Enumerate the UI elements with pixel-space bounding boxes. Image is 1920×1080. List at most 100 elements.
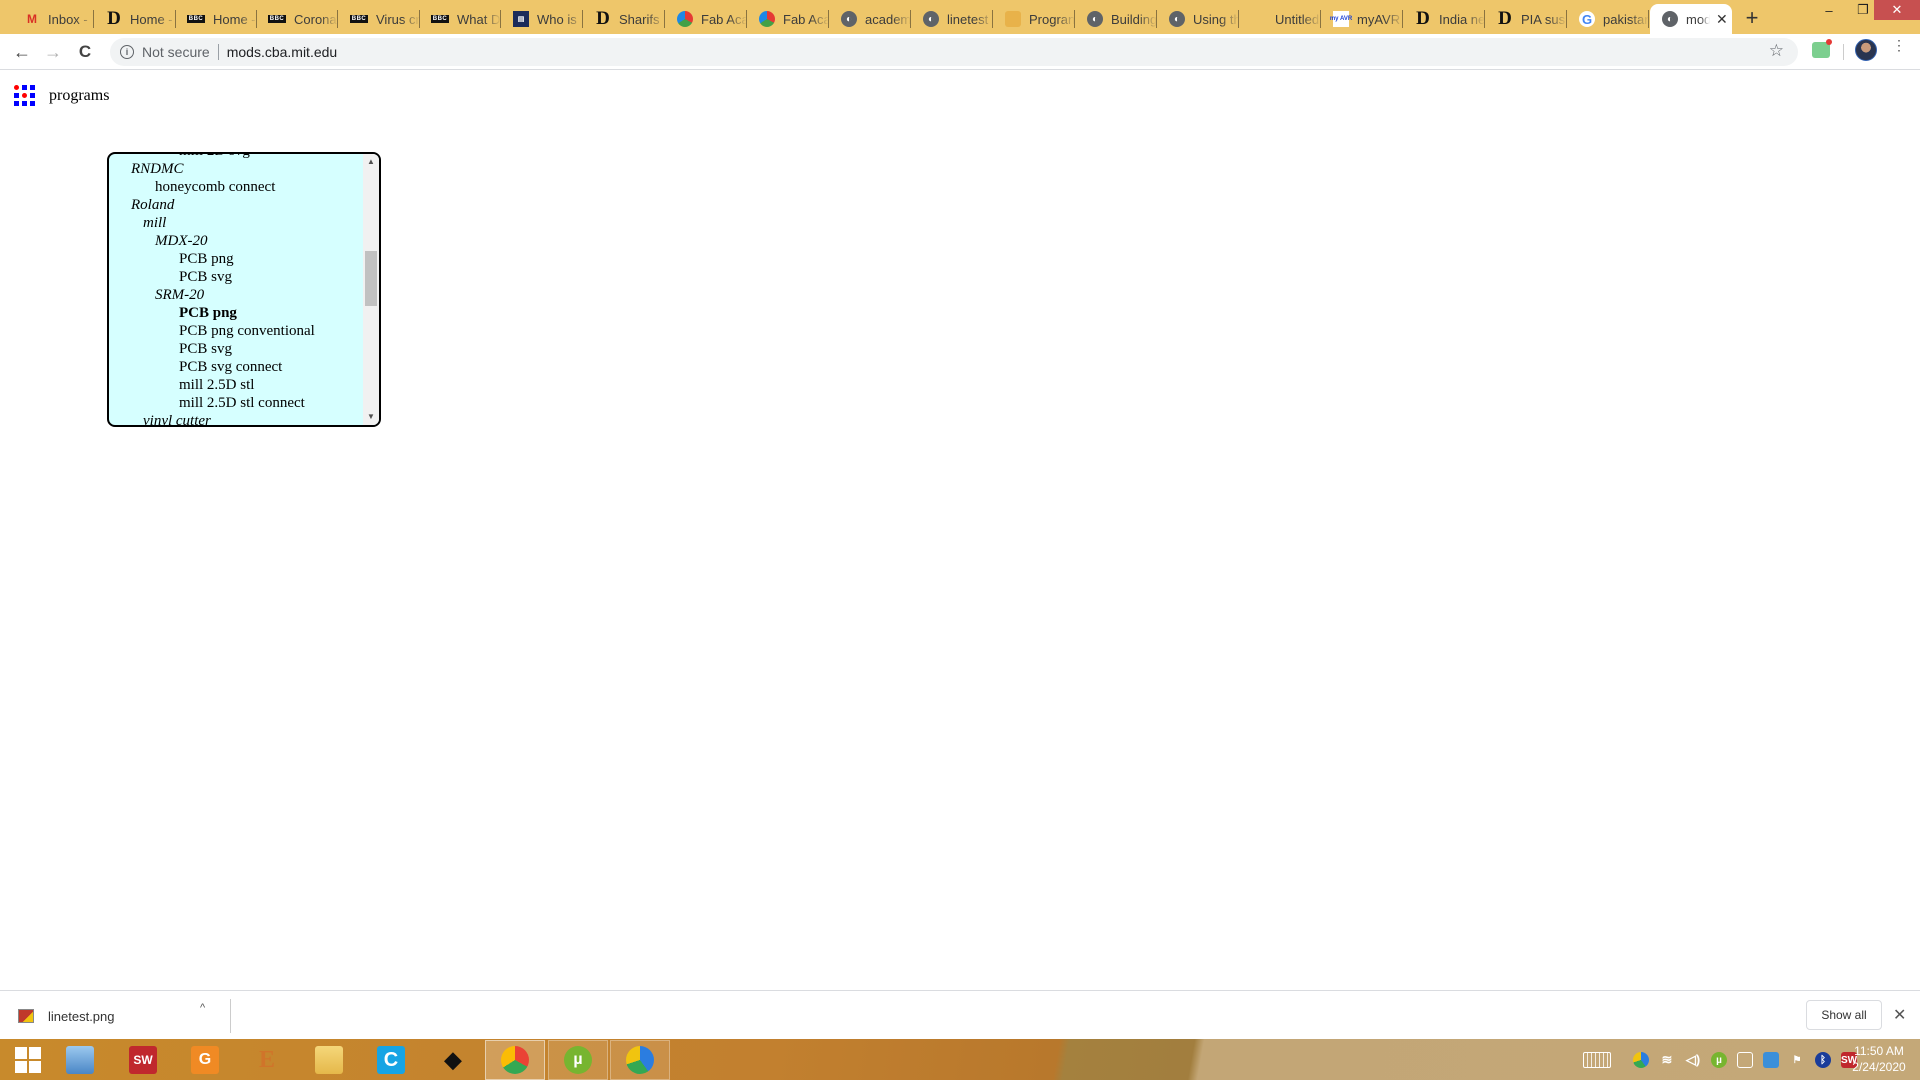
browser-tab[interactable]: ◐ academ — [829, 4, 911, 34]
scrollbar-thumb[interactable] — [365, 251, 377, 306]
forward-button[interactable]: → — [41, 40, 65, 64]
volume-icon[interactable]: ◁) — [1685, 1052, 1701, 1068]
program-item[interactable]: PCB png — [109, 304, 363, 322]
taskbar-app-inkscape[interactable]: ◆ — [425, 1040, 481, 1080]
utorrent-icon: µ — [564, 1046, 592, 1074]
touch-keyboard-icon[interactable] — [1583, 1052, 1611, 1068]
program-list-scrollbar[interactable]: ▲ ▼ — [363, 154, 379, 425]
tab-title: What D — [457, 11, 501, 27]
url-text[interactable]: mods.cba.mit.edu — [227, 44, 338, 60]
taskbar-app-utorrent[interactable]: µ — [548, 1040, 608, 1080]
taskbar-app-solidworks[interactable]: SW — [115, 1040, 171, 1080]
tab-close-icon[interactable]: ✕ — [1716, 11, 1728, 28]
program-item[interactable]: mill 2.5D stl — [109, 376, 363, 394]
windows-taskbar: SW G E C ◆ µ ≋ ◁) µ ⚑ ᛒ SW 11:50 AM 2/24… — [0, 1039, 1920, 1080]
browser-tab[interactable]: Progran — [993, 4, 1075, 34]
close-window-button[interactable]: ✕ — [1874, 0, 1920, 20]
program-category: Roland — [131, 197, 175, 213]
program-category: vinyl cutter — [143, 413, 211, 427]
bookmark-star-icon[interactable]: ☆ — [1769, 41, 1784, 61]
browser-tab[interactable]: BBC What D — [419, 4, 501, 34]
back-button[interactable]: ← — [10, 40, 34, 64]
tab-title: Untitled — [1275, 11, 1320, 27]
browser-tab[interactable]: D Sharifs — [583, 4, 665, 34]
show-all-button[interactable]: Show all — [1806, 1000, 1882, 1030]
browser-tab[interactable]: Fab Aca — [665, 4, 747, 34]
globe-icon: ◐ — [1087, 11, 1103, 27]
download-item[interactable]: linetest.png — [18, 999, 228, 1033]
browser-tab[interactable]: ◐ linetest — [911, 4, 993, 34]
browser-tab[interactable]: BBC Virus cr — [338, 4, 420, 34]
kebab-menu-icon: ⋮ — [1892, 37, 1906, 53]
scroll-down-arrow-icon[interactable]: ▼ — [363, 409, 379, 425]
utorrent-tray-icon[interactable]: µ — [1711, 1052, 1727, 1068]
chrome-icon — [501, 1046, 529, 1074]
taskbar-app-foxit[interactable]: G — [177, 1040, 233, 1080]
browser-menu-button[interactable]: ⋮ — [1892, 38, 1906, 52]
profile-avatar[interactable] — [1855, 39, 1877, 61]
program-category: SRM-20 — [155, 287, 205, 303]
browser-tab[interactable]: Fab Aca — [747, 4, 829, 34]
taskbar-app-file-explorer[interactable] — [301, 1040, 357, 1080]
tab-title: pakistan — [1603, 11, 1649, 27]
program-item[interactable]: mill 2.5D stl connect — [109, 394, 363, 412]
address-bar[interactable]: i Not secure mods.cba.mit.edu ☆ — [110, 38, 1798, 66]
wifi-disconnected-icon[interactable]: ≋ — [1659, 1052, 1675, 1068]
program-item[interactable]: mill 2D svg — [109, 154, 363, 160]
shelf-divider — [230, 999, 231, 1033]
tab-title: Virus cr — [376, 11, 420, 27]
reload-button[interactable]: C — [73, 40, 97, 64]
dawn-d-icon: D — [1498, 8, 1512, 29]
browser-tab[interactable]: ◐ Building — [1075, 4, 1157, 34]
bbc-icon: BBC — [187, 15, 205, 23]
browser-tab[interactable]: BBC Coronav — [256, 4, 338, 34]
info-icon[interactable]: i — [120, 45, 134, 59]
close-icon[interactable]: ✕ — [1893, 1005, 1906, 1025]
tab-title: Who is — [537, 11, 577, 27]
bbc-icon: BBC — [350, 15, 368, 23]
tray-app-icon[interactable] — [1763, 1052, 1779, 1068]
browser-tab[interactable]: D Home - — [94, 4, 176, 34]
browser-tab[interactable]: my AVR myAVR — [1321, 4, 1403, 34]
browser-tab[interactable]: D India ne — [1403, 4, 1485, 34]
browser-tab[interactable]: D PIA susp — [1485, 4, 1567, 34]
fab-academy-icon — [677, 11, 693, 27]
browser-tab[interactable]: Untitled — [1239, 4, 1321, 34]
tab-title: academ — [865, 11, 911, 27]
extension-icon[interactable] — [1812, 39, 1832, 58]
browser-tab[interactable]: BBC Home - — [175, 4, 257, 34]
tab-separator — [1648, 10, 1649, 28]
chevron-up-icon[interactable]: ^ — [200, 1002, 205, 1014]
taskbar-app-calculator[interactable] — [52, 1040, 108, 1080]
taskbar-app-chrome[interactable] — [485, 1040, 545, 1080]
system-clock[interactable]: 11:50 AM 2/24/2020 — [1844, 1043, 1914, 1075]
bluetooth-icon[interactable]: ᛒ — [1815, 1052, 1831, 1068]
taskbar-app-eagle[interactable]: E — [239, 1040, 295, 1080]
program-item[interactable]: PCB png conventional — [109, 322, 363, 340]
start-button[interactable] — [0, 1040, 56, 1080]
clock-time: 11:50 AM — [1854, 1044, 1904, 1058]
program-item[interactable]: honeycomb connect — [109, 178, 363, 196]
dawn-d-icon: D — [1416, 8, 1430, 29]
security-label: Not secure — [142, 44, 210, 60]
tab-title: Progran — [1029, 11, 1075, 27]
taskbar-app-idm[interactable] — [610, 1040, 670, 1080]
browser-tab[interactable]: ◐ mod ✕ — [1650, 4, 1732, 34]
program-item[interactable]: PCB svg — [109, 340, 363, 358]
action-center-flag-icon[interactable]: ⚑ — [1789, 1052, 1805, 1068]
program-item[interactable]: PCB png — [109, 250, 363, 268]
calculator-icon — [66, 1046, 94, 1074]
new-tab-button[interactable]: + — [1740, 5, 1764, 31]
browser-tab[interactable]: Gpakistan — [1567, 4, 1649, 34]
network-icon[interactable] — [1737, 1052, 1753, 1068]
idm-tray-icon[interactable] — [1633, 1052, 1649, 1068]
program-item[interactable]: PCB svg connect — [109, 358, 363, 376]
program-item[interactable]: PCB svg — [109, 268, 363, 286]
taskbar-app-cura[interactable]: C — [363, 1040, 419, 1080]
scroll-up-arrow-icon[interactable]: ▲ — [363, 154, 379, 170]
browser-tab[interactable]: ◐ Using th — [1157, 4, 1239, 34]
browser-tab[interactable]: M Inbox - — [12, 4, 94, 34]
browser-tab[interactable]: ▤ Who is — [501, 4, 583, 34]
programs-header[interactable]: programs — [14, 85, 109, 106]
program-list[interactable]: mill 2D svgRNDMChoneycomb connectRoland m… — [107, 152, 381, 427]
